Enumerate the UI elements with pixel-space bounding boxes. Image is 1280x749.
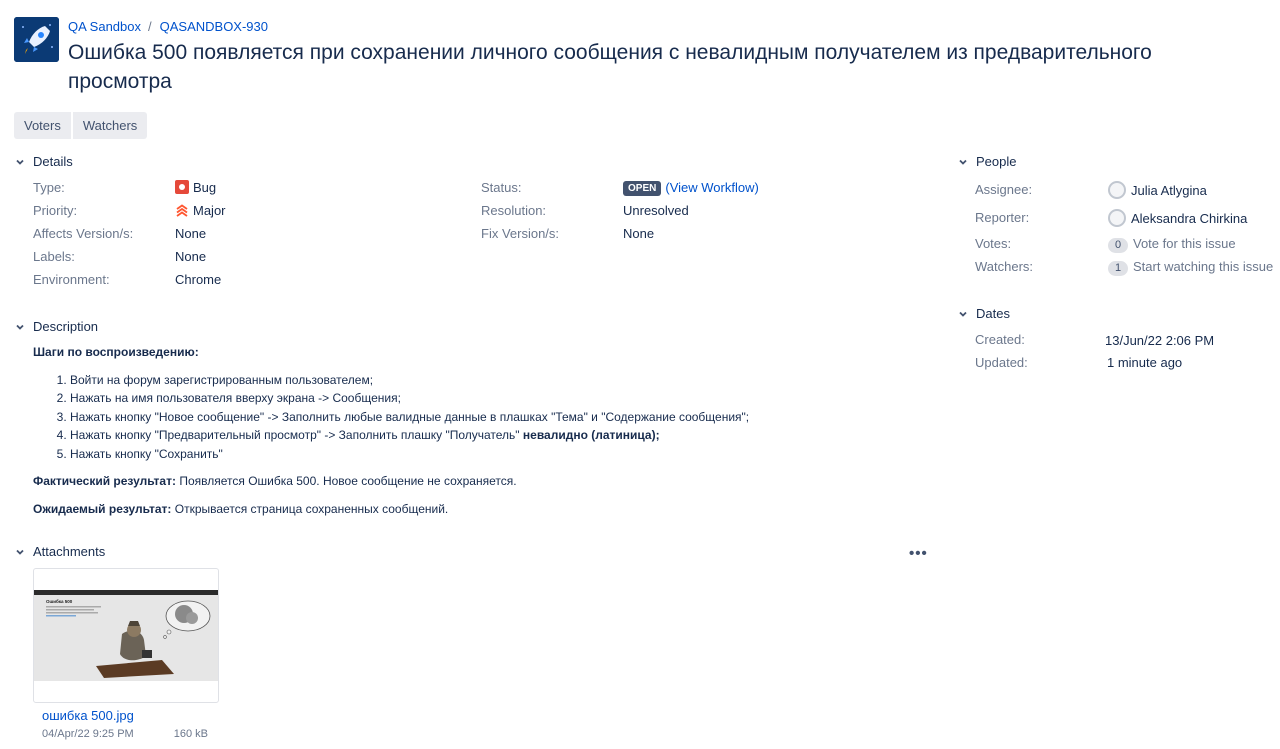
- voters-button[interactable]: Voters: [14, 112, 71, 139]
- start-watching-link[interactable]: Start watching this issue: [1133, 259, 1273, 274]
- actual-result-label: Фактический результат:: [33, 474, 176, 488]
- assignee-value[interactable]: Julia Atlygina: [1108, 181, 1207, 199]
- watchers-count-badge[interactable]: 1: [1108, 261, 1128, 276]
- reporter-label: Reporter:: [975, 210, 1030, 225]
- details-title: Details: [33, 154, 73, 169]
- reporter-name: Aleksandra Chirkina: [1131, 211, 1248, 226]
- issue-summary[interactable]: Ошибка 500 появляется при сохранении лич…: [68, 38, 1228, 96]
- priority-value: Major: [175, 203, 226, 218]
- assignee-label: Assignee:: [975, 182, 1033, 197]
- attachment-file-link[interactable]: ошибка 500.jpg: [42, 708, 134, 723]
- dates-toggle[interactable]: Dates: [957, 306, 1010, 321]
- watchers-value: 1 Start watching this issue: [1108, 259, 1273, 276]
- resolution-value: Unresolved: [623, 203, 689, 218]
- labels-label: Labels:: [33, 249, 75, 264]
- rocket-icon: [14, 17, 59, 62]
- assignee-name: Julia Atlygina: [1131, 183, 1207, 198]
- chevron-down-icon: [16, 324, 24, 330]
- dates-title: Dates: [976, 306, 1010, 321]
- attachment-preview-image: Ошибка 500: [34, 590, 218, 681]
- status-label: Status:: [481, 180, 522, 195]
- status-value: OPEN (View Workflow): [623, 180, 759, 196]
- created-label: Created:: [975, 332, 1025, 347]
- step-item: Войти на форум зарегистрированным пользо…: [70, 371, 913, 390]
- actual-result-text: Появляется Ошибка 500. Новое сообщение н…: [179, 474, 517, 488]
- steps-list: Войти на форум зарегистрированным пользо…: [33, 371, 913, 464]
- updated-value: 1 minute ago: [1107, 355, 1183, 370]
- step-item: Нажать кнопку "Сохранить": [70, 445, 913, 464]
- environment-label: Environment:: [33, 272, 110, 287]
- affects-versions-value: None: [175, 226, 207, 241]
- breadcrumb-separator: /: [148, 19, 152, 34]
- bug-icon: [175, 180, 189, 194]
- created-value: 13/Jun/22 2:06 PM: [1105, 333, 1215, 348]
- description-toggle[interactable]: Description: [14, 319, 98, 334]
- expected-result-text: Открывается страница сохраненных сообщен…: [174, 501, 449, 516]
- resolution-label: Resolution:: [481, 203, 547, 218]
- step-item: Нажать кнопку "Предварительный просмотр"…: [70, 426, 913, 445]
- steps-heading: Шаги по воспроизведению:: [33, 345, 199, 359]
- vote-for-issue-link[interactable]: Vote for this issue: [1133, 236, 1236, 251]
- votes-label: Votes:: [975, 236, 1012, 251]
- project-avatar[interactable]: [14, 17, 59, 62]
- priority-value-text: Major: [193, 203, 226, 218]
- reporter-value[interactable]: Aleksandra Chirkina: [1108, 209, 1247, 227]
- step-item: Нажать кнопку "Новое сообщение" -> Запол…: [70, 408, 913, 427]
- people-title: People: [976, 154, 1017, 169]
- chevron-down-icon: [16, 159, 24, 165]
- attachment-thumbnail[interactable]: Ошибка 500: [33, 568, 219, 703]
- avatar: [1108, 181, 1126, 199]
- fix-versions-value: None: [623, 226, 655, 241]
- avatar: [1108, 209, 1126, 227]
- priority-major-icon: [176, 204, 188, 217]
- chevron-down-icon: [959, 311, 967, 317]
- type-label: Type:: [33, 180, 65, 195]
- environment-value[interactable]: Chrome: [175, 272, 221, 287]
- type-value: Bug: [175, 180, 216, 195]
- description-body[interactable]: Шаги по воспроизведению: Войти на форум …: [33, 343, 913, 518]
- people-toggle[interactable]: People: [957, 154, 1016, 169]
- expected-result-label: Ожидаемый результат:: [33, 501, 172, 516]
- attachments-more-button[interactable]: •••: [909, 545, 928, 562]
- labels-value[interactable]: None: [175, 249, 206, 264]
- type-value-text: Bug: [193, 180, 217, 195]
- attachment-meta: 04/Apr/22 9:25 PM 160 kB: [42, 728, 208, 740]
- details-toggle[interactable]: Details: [14, 154, 73, 169]
- updated-label: Updated:: [975, 355, 1028, 370]
- screenshot-preview-image: Ошибка 500: [34, 590, 218, 681]
- attachment-date: 04/Apr/22 9:25 PM: [42, 728, 134, 740]
- breadcrumb-project-link[interactable]: QA Sandbox: [68, 19, 141, 34]
- description-title: Description: [33, 319, 99, 334]
- step-4-bold: невалидно (латиница);: [522, 428, 660, 442]
- issue-toolbar: Voters Watchers: [14, 112, 149, 139]
- watchers-button[interactable]: Watchers: [72, 112, 148, 139]
- attachments-title: Attachments: [33, 544, 106, 559]
- chevron-down-icon: [959, 159, 967, 165]
- breadcrumb: QA Sandbox / QASANDBOX-930: [68, 19, 268, 34]
- status-lozenge: OPEN: [623, 181, 662, 196]
- watchers-label: Watchers:: [975, 259, 1034, 274]
- view-workflow-link[interactable]: View Workflow: [670, 180, 755, 195]
- breadcrumb-issue-key-link[interactable]: QASANDBOX-930: [160, 19, 268, 34]
- affects-versions-label: Affects Version/s:: [33, 226, 134, 241]
- fix-versions-label: Fix Version/s:: [481, 226, 560, 241]
- attachments-toggle[interactable]: Attachments: [14, 544, 105, 559]
- attachment-size: 160 kB: [173, 728, 208, 740]
- priority-label: Priority:: [33, 203, 78, 218]
- votes-count-badge: 0: [1108, 238, 1128, 253]
- votes-value: 0 Vote for this issue: [1108, 236, 1236, 253]
- step-4-text: Нажать кнопку "Предварительный просмотр"…: [70, 428, 523, 442]
- preview-heading: Ошибка 500: [46, 598, 73, 604]
- step-item: Нажать на имя пользователя вверху экрана…: [70, 389, 913, 408]
- chevron-down-icon: [16, 549, 24, 555]
